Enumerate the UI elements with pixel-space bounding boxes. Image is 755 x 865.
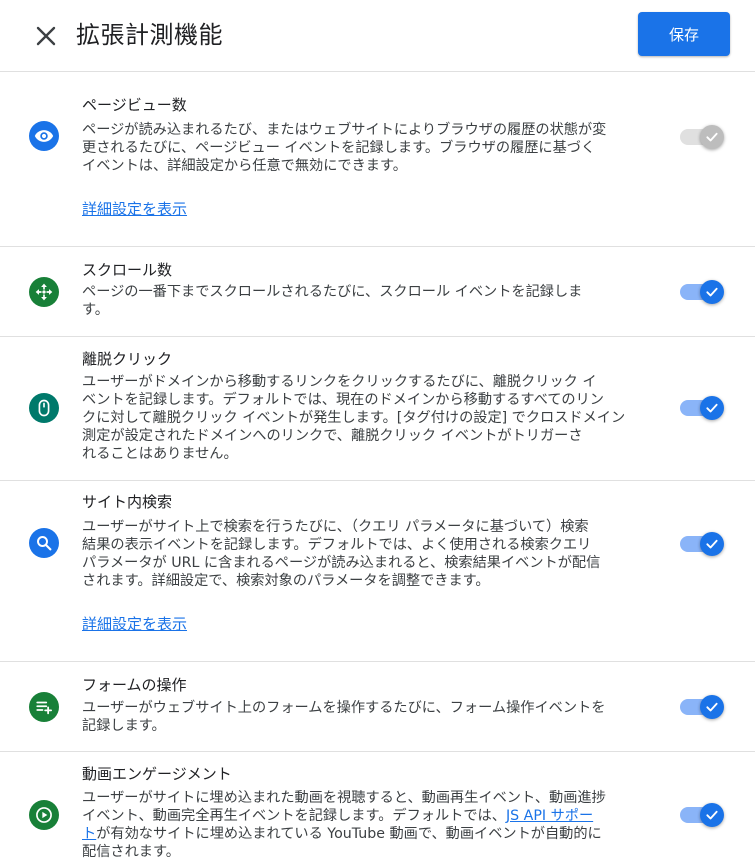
eye-icon (34, 130, 54, 142)
toggle-knob (700, 803, 724, 827)
toggle-outbound-clicks[interactable] (680, 395, 724, 421)
close-button[interactable] (30, 20, 62, 52)
item-desc-video-engagement: ユーザーがサイトに埋め込まれた動画を視聴すると、動画再生イベント、動画進捗 イベ… (82, 789, 667, 861)
divider (0, 661, 755, 662)
toggle-knob (700, 695, 724, 719)
play-icon (36, 807, 52, 823)
page-title: 拡張計測機能 (76, 21, 223, 49)
header: 拡張計測機能 保存 (0, 0, 755, 72)
toggle-knob (700, 396, 724, 420)
row-icon-outbound-clicks (29, 393, 59, 423)
scroll-icon (35, 283, 53, 301)
row-icon-page-views (29, 121, 59, 151)
check-icon (706, 132, 718, 142)
toggle-knob (700, 125, 724, 149)
item-title-page-views: ページビュー数 (82, 96, 187, 114)
video-desc-text-2: が有効なサイトに埋め込まれている YouTube 動画で、動画イベントが自動的に… (82, 826, 602, 860)
item-desc-site-search: ユーザーがサイト上で検索を行うたびに、（クエリ パラメータに基づいて）検索 結果… (82, 519, 601, 589)
item-title-outbound-clicks: 離脱クリック (82, 350, 173, 368)
divider (0, 336, 755, 337)
item-title-video-engagement: 動画エンゲージメント (82, 765, 232, 783)
item-desc-scrolls: ページの一番下までスクロールされるたびに、スクロール イベントを記録しま す。 (82, 284, 583, 318)
divider (0, 246, 755, 247)
advanced-settings-link-site-search[interactable]: 詳細設定を表示 (82, 614, 187, 634)
item-desc-form-interactions: ユーザーがウェブサイト上のフォームを操作するたびに、フォーム操作イベントを 記録… (82, 700, 606, 734)
check-icon (706, 702, 718, 712)
search-icon (37, 536, 52, 551)
toggle-knob (700, 280, 724, 304)
item-desc-outbound-clicks: ユーザーがドメインから移動するリンクをクリックするたびに、離脱クリック イ ベン… (82, 374, 626, 462)
toggle-form-interactions[interactable] (680, 694, 724, 720)
divider (0, 751, 755, 752)
item-title-site-search: サイト内検索 (82, 493, 173, 511)
toggle-knob (700, 532, 724, 556)
item-desc-page-views: ページが読み込まれるたび、またはウェブサイトによりブラウザの履歴の状態が変 更さ… (82, 122, 607, 174)
advanced-settings-link-page-views[interactable]: 詳細設定を表示 (82, 199, 187, 219)
item-title-scrolls: スクロール数 (82, 261, 173, 279)
item-title-form-interactions: フォームの操作 (82, 676, 187, 694)
row-icon-form-interactions (29, 692, 59, 722)
row-icon-video-engagement (29, 800, 59, 830)
toggle-scrolls[interactable] (680, 279, 724, 305)
close-icon (36, 26, 56, 46)
toggle-page-views[interactable] (680, 124, 724, 150)
check-icon (706, 287, 718, 297)
mouse-icon (38, 399, 50, 417)
row-icon-scrolls (29, 277, 59, 307)
check-icon (706, 403, 718, 413)
check-icon (706, 539, 718, 549)
check-icon (706, 810, 718, 820)
toggle-video-engagement[interactable] (680, 802, 724, 828)
form-icon (36, 701, 53, 715)
save-button[interactable]: 保存 (638, 12, 730, 56)
row-icon-site-search (29, 528, 59, 558)
divider (0, 480, 755, 481)
toggle-site-search[interactable] (680, 531, 724, 557)
